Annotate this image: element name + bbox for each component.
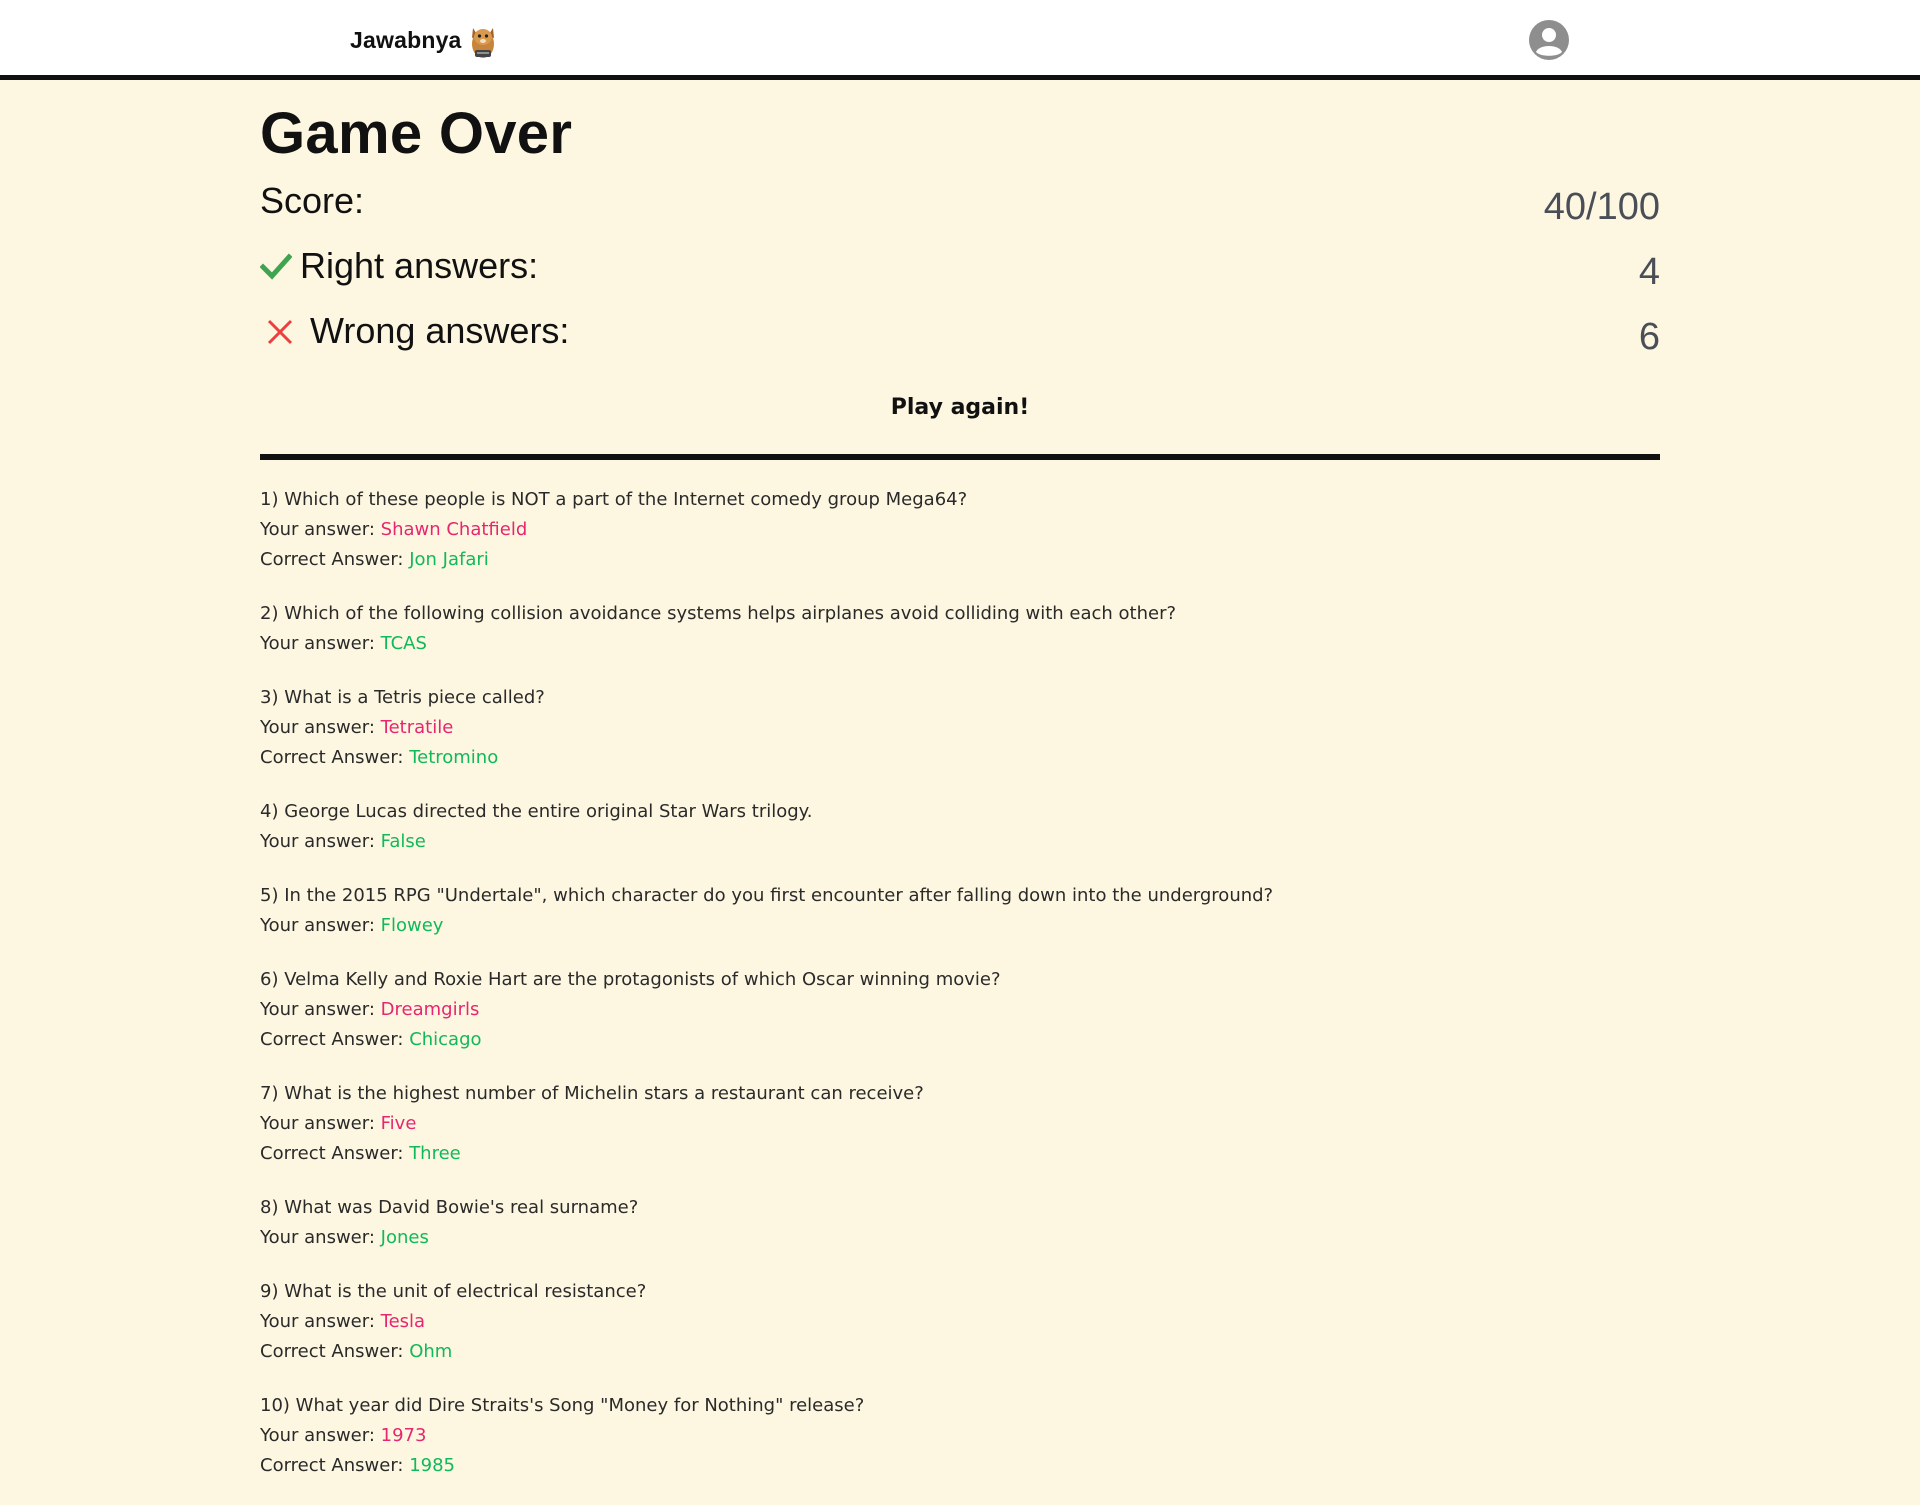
correct-answer-label: Correct Answer: [260, 549, 410, 570]
your-answer-label: Your answer: [260, 1113, 381, 1134]
wrong-answers-value: 6 [1638, 316, 1660, 358]
play-again-button[interactable]: Play again! [260, 395, 1660, 420]
correct-answer-line: Correct Answer: Tetromino [260, 743, 1660, 773]
correct-answer-line: Correct Answer: Jon Jafari [260, 545, 1660, 575]
wrong-answers-row: Wrong answers: 6 [260, 310, 1660, 360]
question-item: 6) Velma Kelly and Roxie Hart are the pr… [260, 965, 1660, 1055]
your-answer-value: TCAS [380, 633, 427, 654]
correct-answer-label: Correct Answer: [260, 1029, 410, 1050]
your-answer-label: Your answer: [260, 1425, 381, 1446]
correct-answer-line: Correct Answer: Three [260, 1139, 1660, 1169]
brand-name[interactable]: Jawabnya [350, 27, 462, 54]
right-answers-value: 4 [1638, 251, 1660, 293]
question-item: 9) What is the unit of electrical resist… [260, 1277, 1660, 1367]
your-answer-line: Your answer: Shawn Chatfield [260, 515, 1660, 545]
question-item: 3) What is a Tetris piece called? Your an… [260, 683, 1660, 773]
question-text: 10) What year did Dire Straits's Song "M… [260, 1395, 865, 1416]
score-row: Score: 40/100 [260, 180, 1660, 230]
wrong-answers-label: Wrong answers: [260, 310, 569, 352]
question-text: 2) Which of the following collision avoi… [260, 603, 1177, 624]
your-answer-value: Dreamgirls [380, 999, 480, 1020]
correct-answer-value: Chicago [409, 1029, 482, 1050]
question-item: 2) Which of the following collision avoi… [260, 599, 1660, 659]
cross-icon [264, 315, 296, 347]
correct-answer-label: Correct Answer: [260, 747, 410, 768]
your-answer-value: Five [380, 1113, 417, 1134]
question-item: 8) What was David Bowie's real surname? Y… [260, 1193, 1660, 1253]
page-title: Game Over [260, 101, 573, 166]
user-avatar-icon[interactable] [1529, 20, 1569, 60]
score-value: 40/100 [1543, 186, 1660, 228]
your-answer-value: False [380, 831, 426, 852]
question-item: 4) George Lucas directed the entire orig… [260, 797, 1660, 857]
your-answer-line: Your answer: Tetratile [260, 713, 1660, 743]
correct-answer-label: Correct Answer: [260, 1143, 410, 1164]
your-answer-value: Tetratile [380, 717, 454, 738]
brand[interactable]: Jawabnya [350, 20, 498, 60]
your-answer-value: Jones [380, 1227, 429, 1248]
your-answer-label: Your answer: [260, 717, 381, 738]
your-answer-line: Your answer: Dreamgirls [260, 995, 1660, 1025]
question-text: 5) In the 2015 RPG "Undertale", which ch… [260, 885, 1274, 906]
your-answer-line: Your answer: 1973 [260, 1421, 1660, 1451]
question-list: 1) Which of these people is NOT a part o… [260, 485, 1660, 1505]
your-answer-line: Your answer: Flowey [260, 911, 1660, 941]
your-answer-label: Your answer: [260, 915, 381, 936]
question-text: 9) What is the unit of electrical resist… [260, 1281, 647, 1302]
question-item: 1) Which of these people is NOT a part o… [260, 485, 1660, 575]
question-text: 6) Velma Kelly and Roxie Hart are the pr… [260, 969, 1001, 990]
your-answer-value: Shawn Chatfield [380, 519, 528, 540]
your-answer-line: Your answer: Jones [260, 1223, 1660, 1253]
correct-answer-line: Correct Answer: Ohm [260, 1337, 1660, 1367]
correct-answer-value: Ohm [409, 1341, 453, 1362]
question-text: 7) What is the highest number of Micheli… [260, 1083, 924, 1104]
question-item: 7) What is the highest number of Micheli… [260, 1079, 1660, 1169]
your-answer-label: Your answer: [260, 1227, 381, 1248]
your-answer-line: Your answer: Five [260, 1109, 1660, 1139]
your-answer-value: Tesla [380, 1311, 426, 1332]
correct-answer-label: Correct Answer: [260, 1341, 410, 1362]
correct-answer-value: Three [409, 1143, 461, 1164]
wrong-answers-label-text: Wrong answers: [310, 310, 570, 351]
your-answer-value: 1973 [380, 1425, 427, 1446]
your-answer-label: Your answer: [260, 633, 381, 654]
question-text: 8) What was David Bowie's real surname? [260, 1197, 639, 1218]
question-text: 1) Which of these people is NOT a part o… [260, 489, 968, 510]
correct-answer-line: Correct Answer: Chicago [260, 1025, 1660, 1055]
question-text: 4) George Lucas directed the entire orig… [260, 801, 813, 822]
divider [260, 454, 1660, 460]
your-answer-line: Your answer: False [260, 827, 1660, 857]
question-text: 3) What is a Tetris piece called? [260, 687, 545, 708]
correct-answer-label: Correct Answer: [260, 1455, 410, 1476]
correct-answer-value: 1985 [409, 1455, 455, 1476]
score-label-text: Score: [260, 180, 365, 221]
navbar: Jawabnya [0, 0, 1920, 80]
your-answer-label: Your answer: [260, 1311, 381, 1332]
right-answers-label: Right answers: [259, 245, 539, 287]
fox-logo-icon [468, 20, 498, 60]
your-answer-line: Your answer: TCAS [260, 629, 1660, 659]
checkmark-icon [259, 250, 293, 282]
your-answer-label: Your answer: [260, 519, 381, 540]
your-answer-label: Your answer: [260, 999, 381, 1020]
score-label: Score: [260, 180, 364, 222]
right-answers-label-text: Right answers: [300, 245, 539, 286]
correct-answer-value: Tetromino [409, 747, 499, 768]
your-answer-line: Your answer: Tesla [260, 1307, 1660, 1337]
your-answer-label: Your answer: [260, 831, 381, 852]
right-answers-row: Right answers: 4 [259, 245, 1660, 295]
question-item: 5) In the 2015 RPG "Undertale", which ch… [260, 881, 1660, 941]
correct-answer-line: Correct Answer: 1985 [260, 1451, 1660, 1481]
correct-answer-value: Jon Jafari [409, 549, 489, 570]
question-item: 10) What year did Dire Straits's Song "M… [260, 1391, 1660, 1481]
your-answer-value: Flowey [380, 915, 444, 936]
